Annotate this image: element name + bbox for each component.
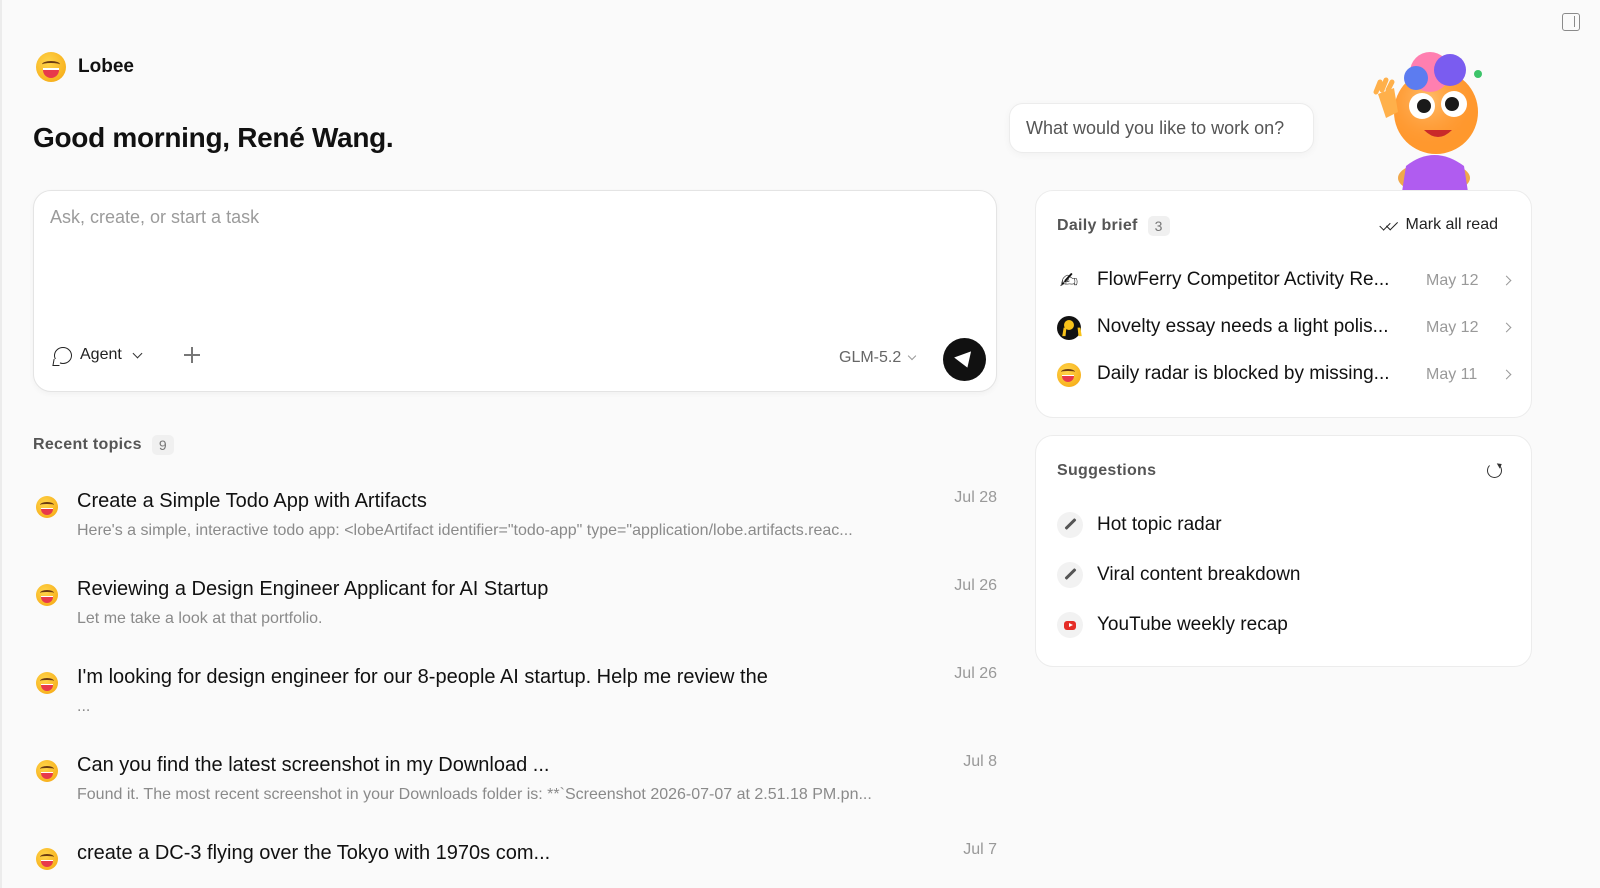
suggestions-card: Suggestions Hot topic radar Viral conten… (1035, 435, 1532, 667)
topic-date: Jul 28 (954, 489, 997, 506)
mark-all-read-button[interactable]: Mark all read (1382, 216, 1498, 234)
recent-topics-header: Recent topics 9 (33, 435, 174, 455)
suggestions-list: Hot topic radar Viral content breakdown … (1057, 500, 1512, 650)
chevron-right-icon (1501, 275, 1512, 286)
daily-brief-count: 3 (1147, 216, 1170, 236)
suggestion-label: Hot topic radar (1097, 514, 1222, 535)
brand-name: Lobee (78, 56, 134, 77)
brief-date: May 12 (1426, 272, 1479, 289)
recent-topics-list: Create a Simple Todo App with Artifacts … (33, 480, 997, 888)
lobee-avatar-icon (36, 52, 66, 82)
greeting-heading: Good morning, René Wang. (33, 122, 394, 153)
agent-mode-button[interactable]: Agent (54, 346, 143, 364)
agent-mode-label: Agent (80, 346, 122, 363)
prompt-bubble[interactable]: What would you like to work on? (1009, 103, 1314, 153)
daily-brief-header: Daily brief 3 (1057, 216, 1170, 236)
mark-all-read-label: Mark all read (1405, 216, 1498, 233)
brief-title: Daily radar is blocked by missing... (1097, 363, 1390, 384)
model-label: GLM-5.2 (839, 349, 902, 366)
chevron-down-icon (908, 351, 917, 361)
chevron-down-icon (132, 348, 143, 358)
grinning-face-icon (36, 848, 58, 870)
brand: Lobee (36, 52, 134, 82)
topic-item[interactable]: create a DC-3 flying over the Tokyo with… (33, 832, 997, 888)
composer-input[interactable] (50, 207, 970, 228)
chevron-right-icon (1501, 369, 1512, 380)
topic-preview: Found it. The most recent screenshot in … (77, 786, 872, 803)
suggestion-item[interactable]: YouTube weekly recap (1057, 600, 1512, 650)
suggestions-header: Suggestions (1057, 462, 1156, 480)
topic-title: Reviewing a Design Engineer Applicant fo… (77, 578, 549, 600)
model-select[interactable]: GLM-5.2 (839, 349, 917, 367)
topic-title: I'm looking for design engineer for our … (77, 666, 768, 688)
topic-preview: Let me take a look at that portfolio. (77, 610, 323, 627)
topic-title: create a DC-3 flying over the Tokyo with… (77, 842, 551, 864)
topic-item[interactable]: Can you find the latest screenshot in my… (33, 744, 997, 832)
brief-title: FlowFerry Competitor Activity Re... (1097, 269, 1390, 290)
topic-title: Can you find the latest screenshot in my… (77, 754, 550, 776)
topic-preview: Here's a simple, interactive todo app: <… (77, 522, 853, 539)
suggestion-label: Viral content breakdown (1097, 564, 1301, 585)
brief-title: Novelty essay needs a light polis... (1097, 316, 1389, 337)
daily-brief-card: Daily brief 3 Mark all read ✍ FlowFerry … (1035, 190, 1532, 418)
suggestion-item[interactable]: Hot topic radar (1057, 500, 1512, 550)
topic-item[interactable]: I'm looking for design engineer for our … (33, 656, 997, 744)
brief-date: May 12 (1426, 319, 1479, 336)
ribbon-icon (1057, 316, 1081, 340)
chevron-right-icon (1501, 322, 1512, 333)
topic-preview: ... (77, 698, 91, 715)
send-icon (953, 350, 976, 371)
topic-date: Jul 8 (963, 753, 997, 770)
suggestion-label: YouTube weekly recap (1097, 614, 1288, 635)
topic-date: Jul 26 (954, 577, 997, 594)
double-check-icon (1382, 220, 1398, 230)
topic-date: Jul 26 (954, 665, 997, 682)
brief-item[interactable]: ✍ FlowFerry Competitor Activity Re... Ma… (1057, 257, 1512, 304)
window-edge (0, 0, 2, 888)
daily-brief-list: ✍ FlowFerry Competitor Activity Re... Ma… (1057, 257, 1512, 398)
suggestion-item[interactable]: Viral content breakdown (1057, 550, 1512, 600)
pencil-icon (1057, 562, 1083, 588)
brief-item[interactable]: Novelty essay needs a light polis... May… (1057, 304, 1512, 351)
refresh-icon[interactable] (1487, 463, 1502, 478)
grinning-face-icon (36, 672, 58, 694)
sidebar-toggle-icon[interactable] (1562, 13, 1580, 31)
brief-item[interactable]: Daily radar is blocked by missing... May… (1057, 351, 1512, 398)
add-attachment-button[interactable] (182, 345, 202, 365)
composer: Agent GLM-5.2 (33, 190, 997, 392)
brief-date: May 11 (1426, 366, 1478, 383)
pencil-icon (1057, 512, 1083, 538)
youtube-icon (1057, 612, 1083, 638)
chat-bubble-icon (54, 346, 72, 364)
grinning-face-icon (36, 584, 58, 606)
mascot-illustration (1373, 52, 1482, 192)
suggestions-title: Suggestions (1057, 462, 1157, 479)
grinning-face-icon (36, 760, 58, 782)
topic-item[interactable]: Reviewing a Design Engineer Applicant fo… (33, 568, 997, 656)
send-button[interactable] (943, 338, 986, 381)
topic-title: Create a Simple Todo App with Artifacts (77, 490, 427, 512)
topic-date: Jul 7 (963, 841, 997, 858)
recent-topics-count: 9 (151, 435, 174, 455)
grinning-face-icon (36, 496, 58, 518)
topic-item[interactable]: Create a Simple Todo App with Artifacts … (33, 480, 997, 568)
grinning-face-icon (1057, 363, 1081, 387)
recent-topics-title: Recent topics (33, 436, 142, 453)
daily-brief-title: Daily brief (1057, 217, 1138, 234)
waving-hand-icon: ✍ (1059, 268, 1079, 293)
